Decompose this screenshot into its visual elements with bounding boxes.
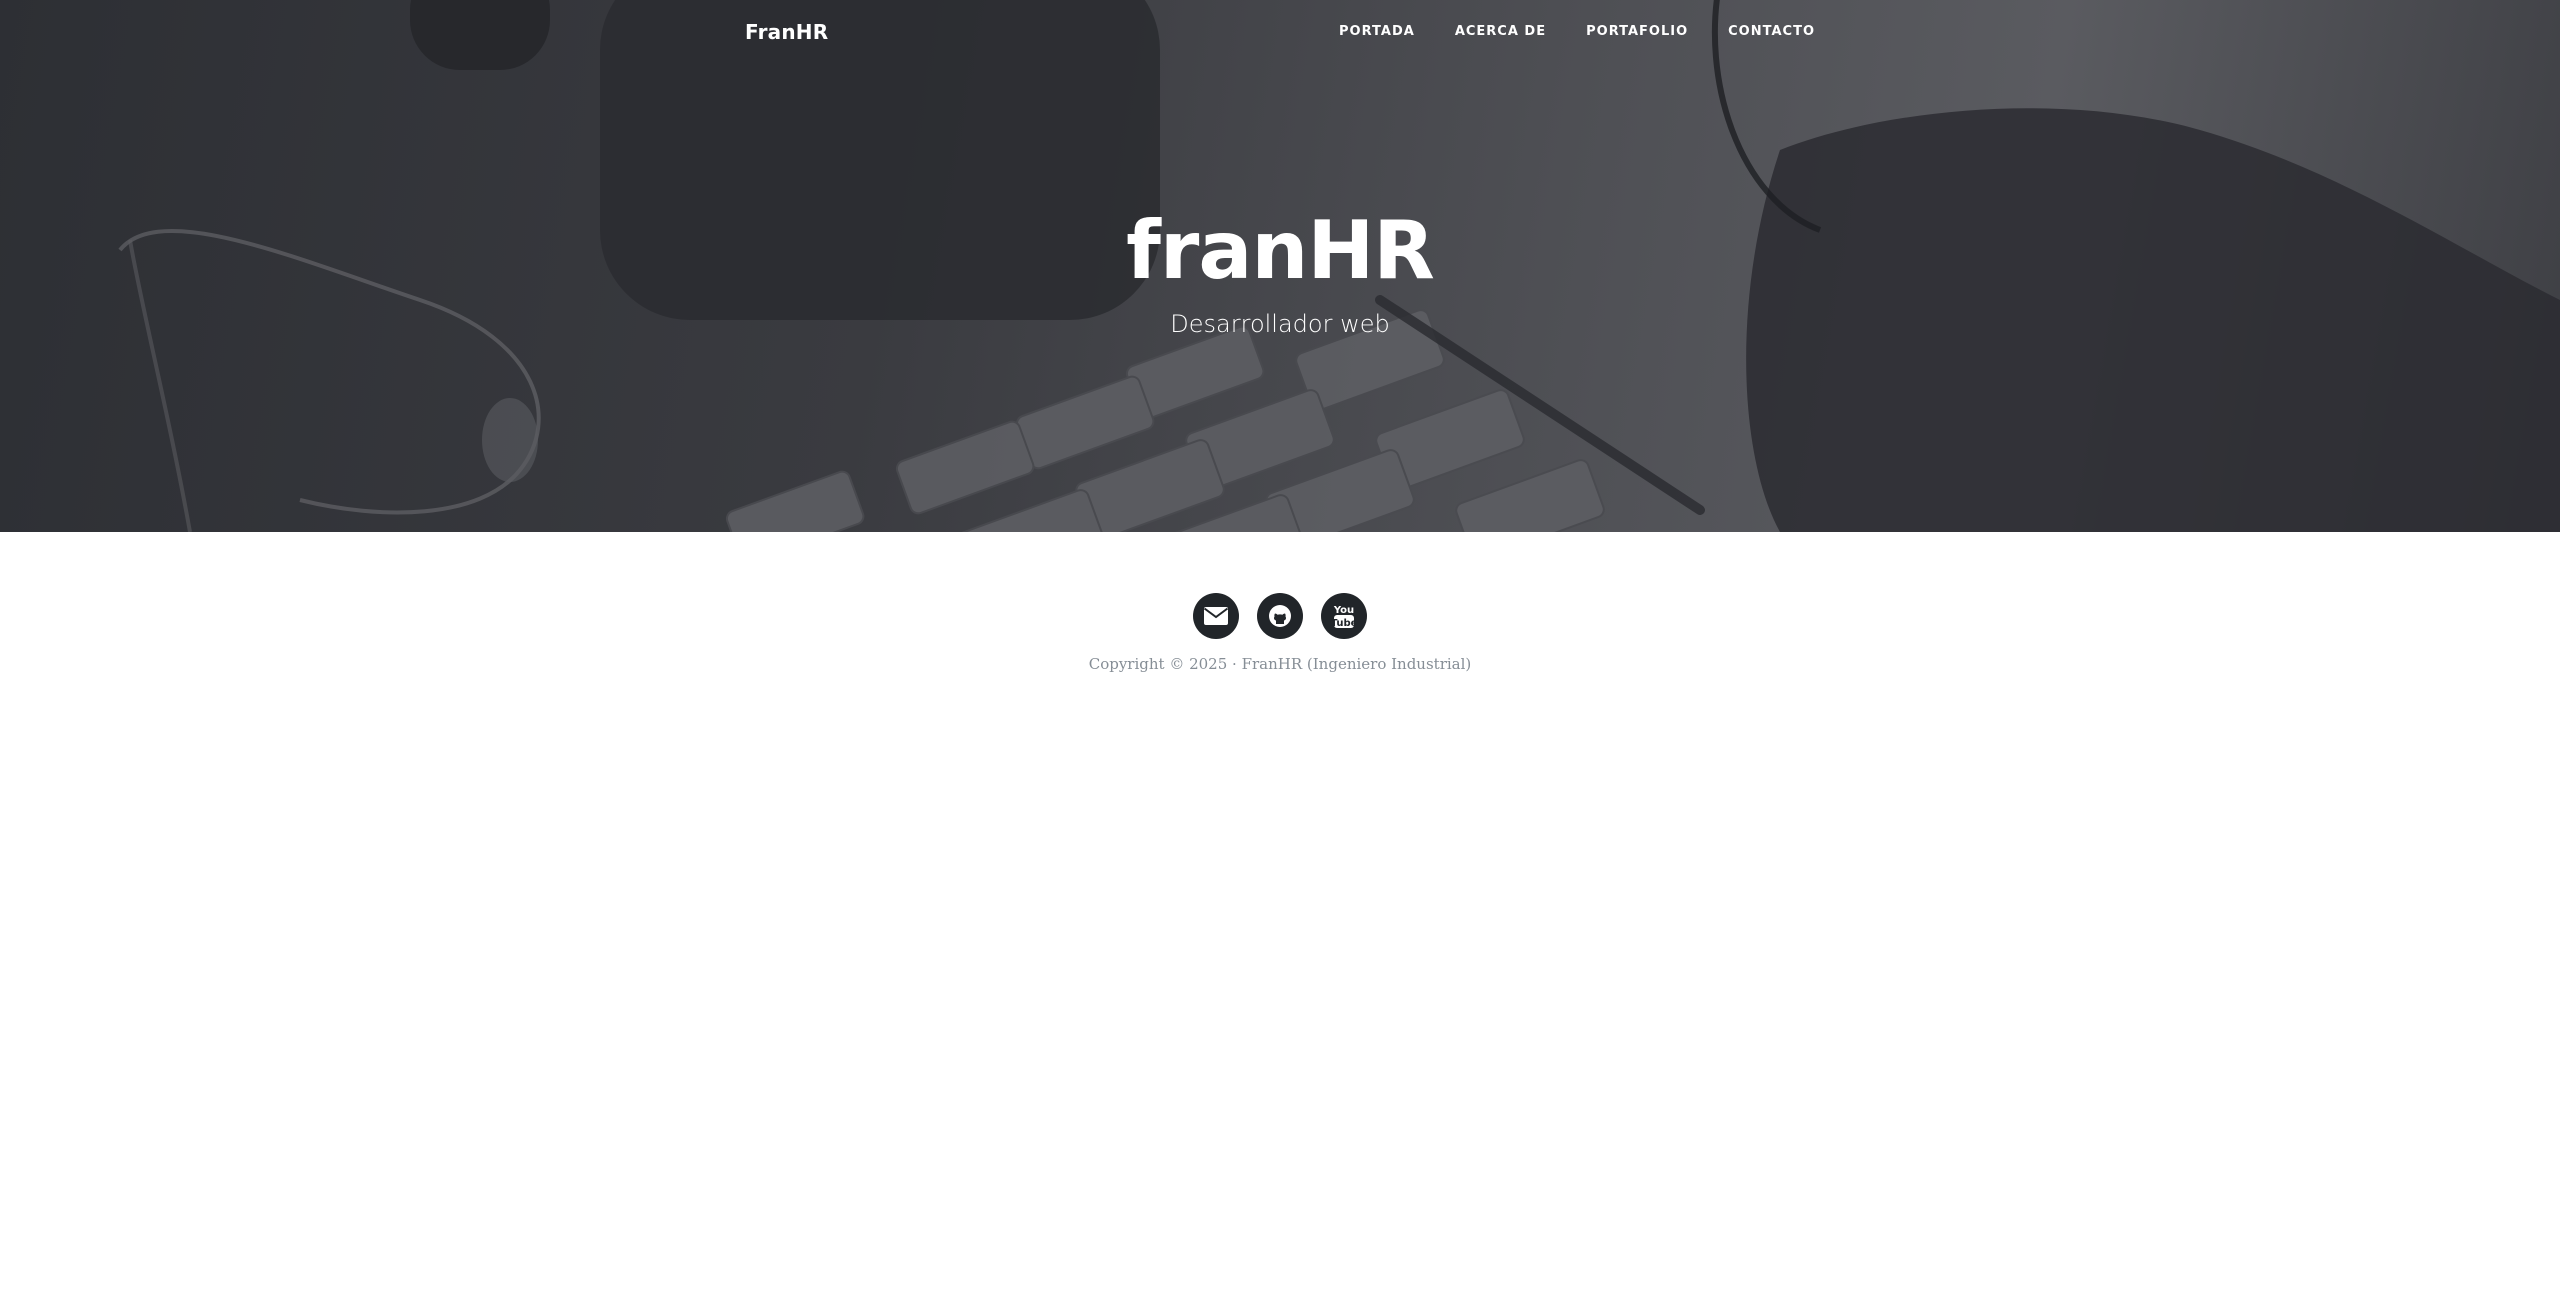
- navbar: FranHR PORTADA ACERCA DE PORTAFOLIO CONT…: [0, 0, 2560, 64]
- hero-subtitle: Desarrollador web: [1170, 310, 1390, 338]
- nav-link-contacto[interactable]: CONTACTO: [1728, 24, 1815, 39]
- copyright-text: Copyright © 2025 · FranHR (Ingeniero Ind…: [1088, 655, 1472, 673]
- nav-menu: PORTADA ACERCA DE PORTAFOLIO CONTACTO: [1299, 24, 1815, 39]
- brand-logo-link[interactable]: FranHR: [745, 20, 828, 44]
- svg-text:You: You: [1333, 605, 1354, 616]
- social-links: You Tube: [0, 593, 2560, 639]
- github-link-button[interactable]: [1257, 593, 1303, 639]
- hero-title: franHR: [1126, 204, 1435, 297]
- page-footer: You Tube Copyright © 2025 · FranHR (Inge…: [0, 532, 2560, 1305]
- svg-text:Tube: Tube: [1332, 618, 1356, 629]
- email-link-button[interactable]: [1193, 593, 1239, 639]
- nav-link-portafolio[interactable]: PORTAFOLIO: [1586, 24, 1688, 39]
- nav-link-portada[interactable]: PORTADA: [1339, 24, 1415, 39]
- envelope-icon: [1203, 606, 1229, 626]
- hero-header: FranHR PORTADA ACERCA DE PORTAFOLIO CONT…: [0, 0, 2560, 532]
- nav-link-acerca-de[interactable]: ACERCA DE: [1455, 24, 1546, 39]
- youtube-link-button[interactable]: You Tube: [1321, 593, 1367, 639]
- hero-heading: franHR Desarrollador web: [0, 196, 2560, 340]
- youtube-icon: You Tube: [1332, 602, 1356, 630]
- github-icon: [1268, 604, 1292, 628]
